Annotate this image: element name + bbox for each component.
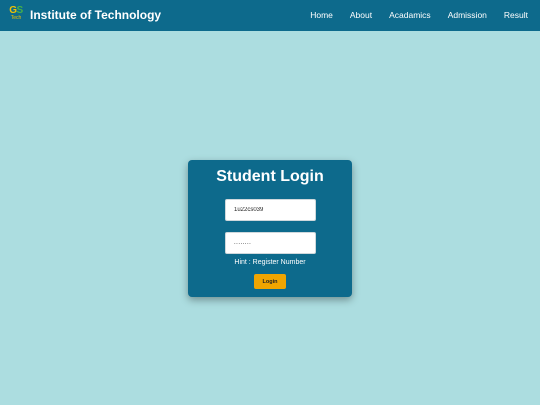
brand-title[interactable]: Institute of Technology: [30, 8, 161, 22]
nav-link-about[interactable]: About: [350, 10, 372, 20]
nav-link-academics[interactable]: Acadamics: [389, 10, 431, 20]
login-title: Student Login: [216, 168, 324, 185]
institute-logo[interactable]: GS Tech: [9, 6, 23, 23]
top-navbar: GS Tech Institute of Technology Home Abo…: [0, 0, 540, 31]
nav-link-result[interactable]: Result: [504, 10, 528, 20]
nav-link-home[interactable]: Home: [310, 10, 333, 20]
logo-subtext: Tech: [10, 15, 22, 21]
login-hint: Hint : Register Number: [234, 259, 306, 266]
password-input[interactable]: [225, 232, 316, 254]
nav-links: Home About Acadamics Admission Result: [293, 10, 528, 20]
nav-link-admission[interactable]: Admission: [448, 10, 487, 20]
register-number-input[interactable]: [225, 199, 316, 221]
login-button[interactable]: Login: [254, 274, 286, 289]
login-card: Student Login Hint : Register Number Log…: [188, 160, 352, 297]
